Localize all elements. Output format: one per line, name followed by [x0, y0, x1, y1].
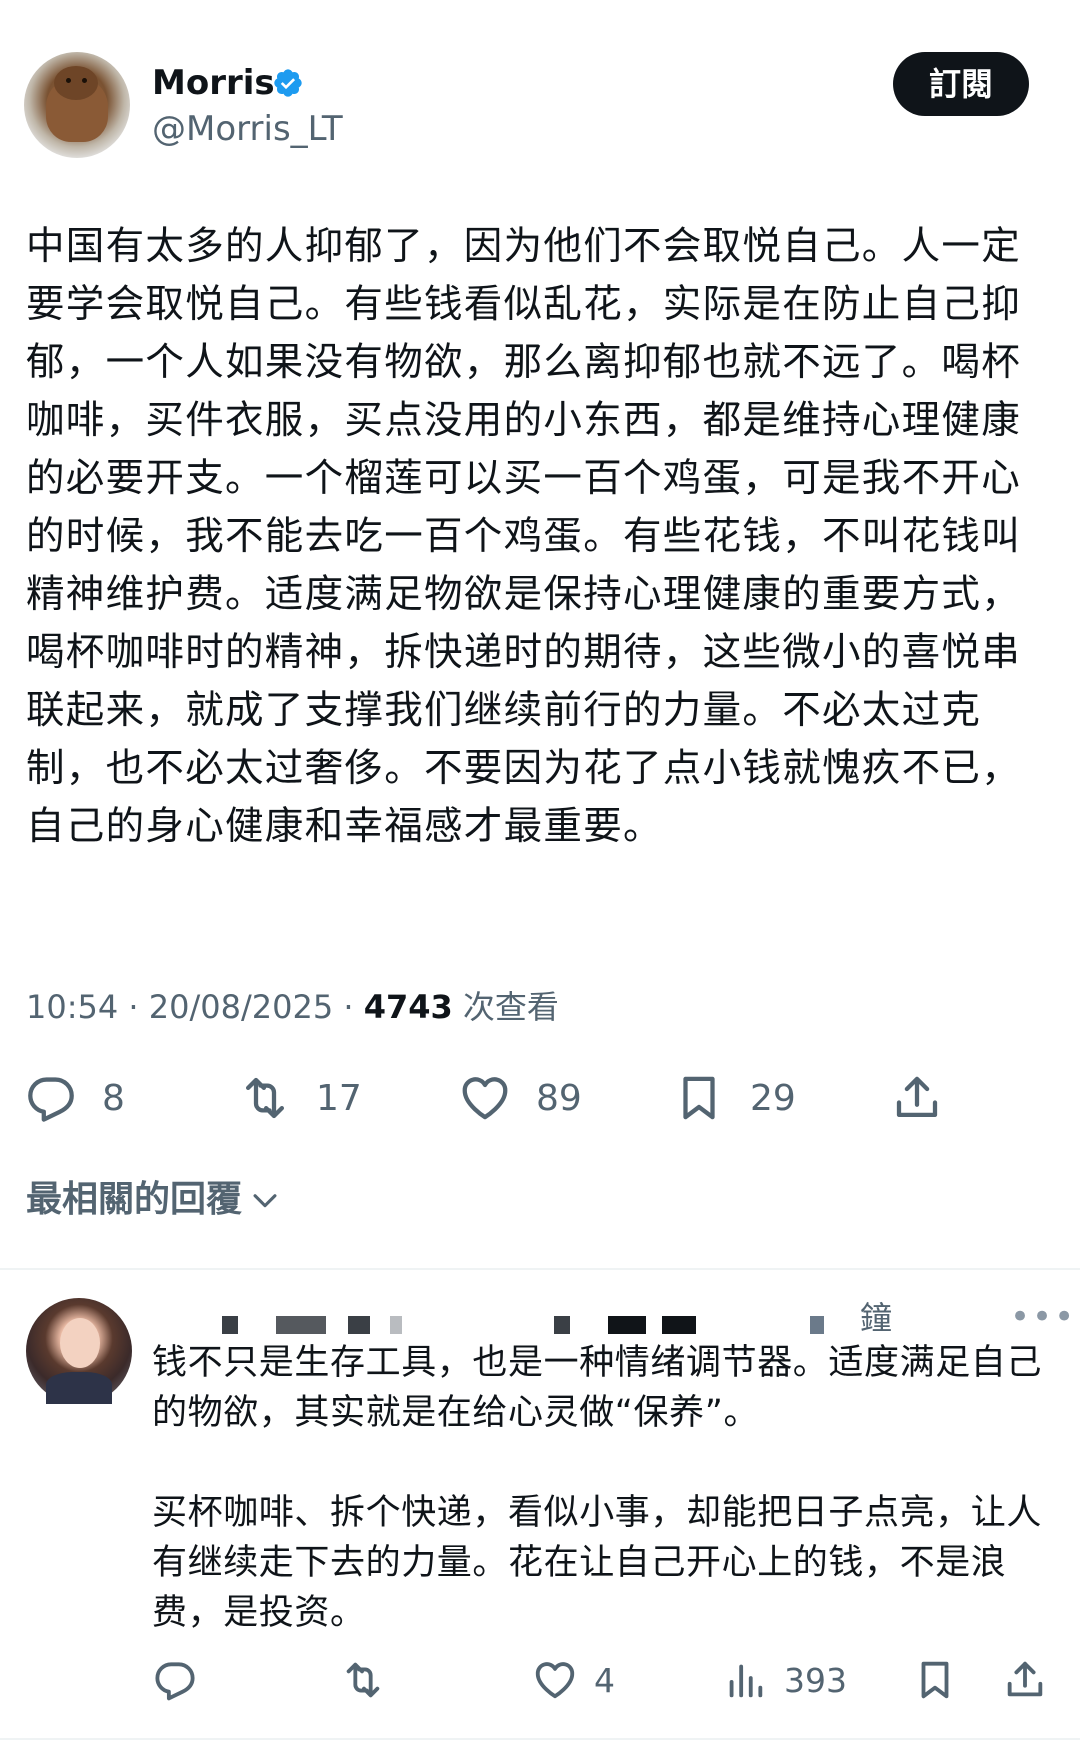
divider — [0, 1268, 1080, 1270]
redacted-name — [276, 1316, 326, 1334]
heart-icon — [462, 1077, 508, 1120]
post-meta: 10:54 · 20/08/2025 · 4743 次查看 — [26, 985, 559, 1029]
like-count: 89 — [536, 1077, 582, 1119]
divider — [0, 1738, 1080, 1740]
share-upload-icon — [896, 1076, 938, 1118]
redacted-name — [608, 1316, 646, 1334]
reply-bookmark-button[interactable] — [912, 1652, 958, 1708]
reply-count: 8 — [102, 1077, 125, 1119]
avatar-bear-eye — [82, 78, 87, 83]
post-time[interactable]: 10:54 — [26, 988, 118, 1026]
speech-bubble-icon — [155, 1662, 195, 1701]
repost-count: 17 — [316, 1077, 362, 1119]
speech-bubble-icon — [28, 1077, 74, 1122]
meta-separator: · — [343, 988, 364, 1026]
verified-badge-icon — [274, 69, 302, 97]
author-handle[interactable]: @Morris_LT — [152, 108, 343, 150]
avatar-bear-eye — [66, 78, 71, 83]
redacted-name — [222, 1316, 238, 1334]
view-count: 4743 — [363, 988, 453, 1026]
share-upload-icon — [1007, 1661, 1043, 1697]
reply-view-count: 393 — [784, 1660, 847, 1700]
post-text: 中国有太多的人抑郁了，因为他们不会取悦自己。人一定要学会取悦自己。有些钱看似乱花… — [26, 224, 1022, 849]
more-dots-icon[interactable]: ••• — [1010, 1300, 1076, 1334]
repost-arrows-icon — [245, 1077, 285, 1119]
repost-button[interactable]: 17 — [238, 1068, 362, 1128]
subscribe-button[interactable]: 訂閱 — [893, 52, 1029, 116]
reply-like-button[interactable]: 4 — [532, 1652, 615, 1708]
redacted-name — [810, 1316, 824, 1334]
reply-like-count: 4 — [594, 1660, 615, 1700]
avatar-face — [60, 1318, 100, 1368]
reply-share-button[interactable] — [1002, 1652, 1048, 1708]
repost-arrows-icon — [346, 1662, 380, 1698]
share-button[interactable] — [890, 1068, 944, 1128]
replies-sort-dropdown[interactable]: 最相關的回覆 — [26, 1176, 282, 1224]
like-button[interactable]: 89 — [458, 1068, 582, 1128]
bookmark-icon — [921, 1661, 949, 1699]
meta-separator: · — [128, 988, 149, 1026]
replies-sort-label: 最相關的回覆 — [26, 1179, 243, 1220]
reply-views-button[interactable]: 393 — [722, 1652, 847, 1708]
avatar-bear-head — [54, 66, 98, 100]
author-avatar[interactable] — [24, 52, 130, 158]
chevron-down-icon — [253, 1194, 277, 1208]
bar-chart-icon — [729, 1664, 763, 1698]
reply-repost-button[interactable] — [340, 1652, 386, 1708]
reply-author-name[interactable]: 鐘 — [860, 1296, 892, 1340]
post-date[interactable]: 20/08/2025 — [149, 988, 333, 1026]
bookmark-count: 29 — [750, 1077, 796, 1119]
reply-button[interactable]: 8 — [24, 1068, 125, 1128]
redacted-name — [390, 1316, 402, 1334]
reply-avatar[interactable] — [26, 1298, 132, 1404]
view-count-label: 次查看 — [462, 988, 559, 1026]
redacted-name — [662, 1316, 696, 1334]
redacted-name — [554, 1316, 570, 1334]
reply-text: 钱不只是生存工具，也是一种情绪调节器。适度满足自己的物欲，其实就是在给心灵做“保… — [152, 1343, 1043, 1633]
bookmark-button[interactable]: 29 — [672, 1068, 796, 1128]
reply-reply-button[interactable] — [152, 1652, 198, 1708]
avatar-shirt — [46, 1372, 112, 1404]
heart-icon — [535, 1662, 575, 1699]
bookmark-icon — [683, 1076, 715, 1120]
author-name[interactable]: Morris — [152, 62, 275, 104]
redacted-name — [348, 1316, 370, 1334]
